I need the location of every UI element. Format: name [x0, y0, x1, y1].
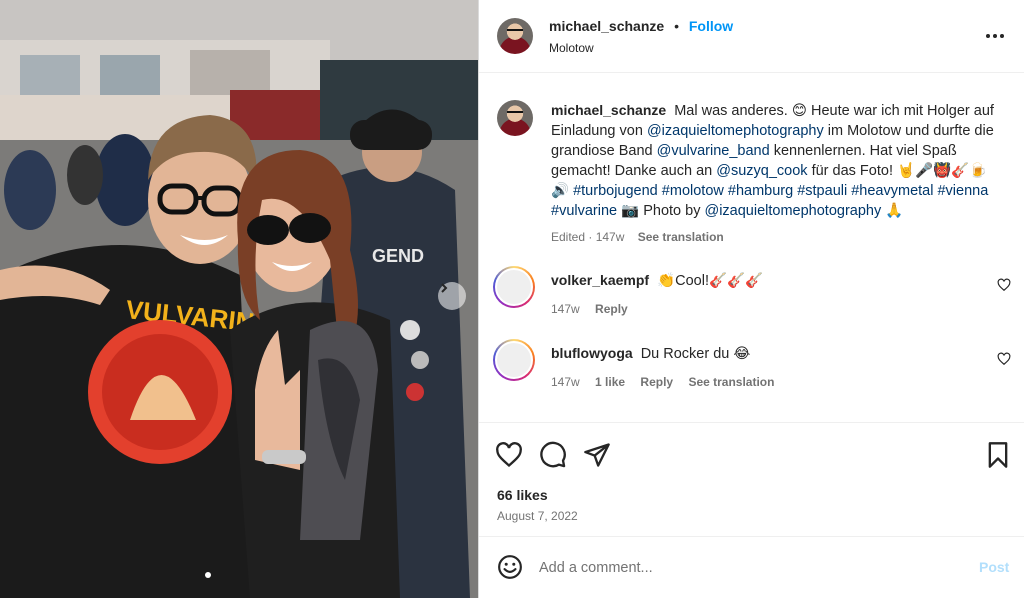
carousel-next-button[interactable]	[438, 282, 466, 310]
comment-like-count[interactable]: 1 like	[595, 375, 625, 389]
comment-age: 147w	[551, 302, 580, 316]
comment-like-heart-icon[interactable]	[997, 278, 1011, 292]
comment-bubble-icon[interactable]	[539, 441, 567, 469]
likes-count[interactable]: 66 likes	[497, 487, 548, 503]
share-send-icon[interactable]	[583, 441, 611, 469]
caption-text: 🙏	[885, 203, 904, 219]
hashtag-link[interactable]: #molotow	[662, 183, 724, 199]
mention-link[interactable]: @vulvarine_band	[657, 143, 770, 159]
post-header: michael_schanze • Follow Molotow	[479, 0, 1024, 73]
reply-button[interactable]: Reply	[640, 375, 673, 389]
post-comment-button[interactable]: Post	[979, 559, 1009, 575]
hashtag-link[interactable]: #vienna	[937, 183, 988, 199]
caption-author-avatar[interactable]	[497, 100, 533, 136]
post-actions: 66 likes August 7, 2022	[479, 422, 1024, 530]
separator-dot: •	[674, 18, 679, 34]
carousel-dot-active	[205, 572, 211, 578]
comment: bluflowyoga Du Rocker du 😂 147w 1 like R…	[551, 343, 774, 392]
comment-body: 👏Cool!🎸🎸🎸	[657, 273, 764, 289]
post-location[interactable]: Molotow	[549, 41, 594, 55]
author-username[interactable]: michael_schanze	[549, 18, 664, 34]
save-bookmark-icon[interactable]	[984, 441, 1012, 469]
edited-timestamp: Edited · 147w	[551, 230, 625, 244]
commenter-avatar[interactable]	[493, 339, 535, 381]
like-heart-icon[interactable]	[495, 441, 523, 469]
mention-link[interactable]: @suzyq_cook	[716, 163, 807, 179]
post-side-panel: michael_schanze • Follow Molotow michael…	[478, 0, 1024, 598]
see-translation-link[interactable]: See translation	[688, 375, 774, 389]
comment-username[interactable]: volker_kaempf	[551, 272, 649, 288]
author-line: michael_schanze • Follow	[549, 18, 733, 34]
carousel-indicator	[205, 572, 211, 578]
post-date[interactable]: August 7, 2022	[497, 509, 578, 523]
add-comment-bar: Post	[479, 536, 1024, 598]
author-avatar[interactable]	[497, 18, 533, 54]
hashtag-link[interactable]: #vulvarine	[551, 203, 617, 219]
comment-username[interactable]: bluflowyoga	[551, 345, 633, 361]
more-horizontal-icon[interactable]	[979, 24, 1011, 48]
post-caption: michael_schanze Mal was anderes. 😊 Heute…	[551, 100, 1001, 247]
comment-meta: 147w Reply	[551, 299, 763, 319]
post-photo[interactable]: GEND VULVARINE	[0, 0, 478, 598]
emoji-smile-icon[interactable]	[497, 554, 523, 580]
comment-age: 147w	[551, 375, 580, 389]
hashtag-link[interactable]: #stpauli	[797, 183, 847, 199]
follow-button[interactable]: Follow	[689, 18, 733, 34]
comment-like-heart-icon[interactable]	[997, 352, 1011, 366]
vest-patch-text: GEND	[372, 246, 424, 266]
chevron-right-icon	[441, 283, 448, 293]
commenter-avatar[interactable]	[493, 266, 535, 308]
caption-meta: Edited · 147w See translation	[551, 227, 1001, 247]
mention-link[interactable]: @izaquieltomephotography	[647, 123, 824, 139]
caption-username[interactable]: michael_schanze	[551, 102, 666, 118]
hashtag-link[interactable]: #hamburg	[728, 183, 793, 199]
mention-link[interactable]: @izaquieltomephotography	[704, 203, 881, 219]
comment-input[interactable]	[539, 555, 959, 581]
hashtag-link[interactable]: #turbojugend	[573, 183, 658, 199]
hashtag-link[interactable]: #heavymetal	[851, 183, 933, 199]
caption-text: 📷 Photo by	[621, 203, 701, 219]
photo-illustration: GEND VULVARINE	[0, 0, 478, 598]
comment-body: Du Rocker du 😂	[640, 346, 751, 362]
see-translation-link[interactable]: See translation	[638, 230, 724, 244]
reply-button[interactable]: Reply	[595, 302, 628, 316]
comment-meta: 147w 1 like Reply See translation	[551, 372, 774, 392]
comment: volker_kaempf 👏Cool!🎸🎸🎸 147w Reply	[551, 270, 763, 319]
